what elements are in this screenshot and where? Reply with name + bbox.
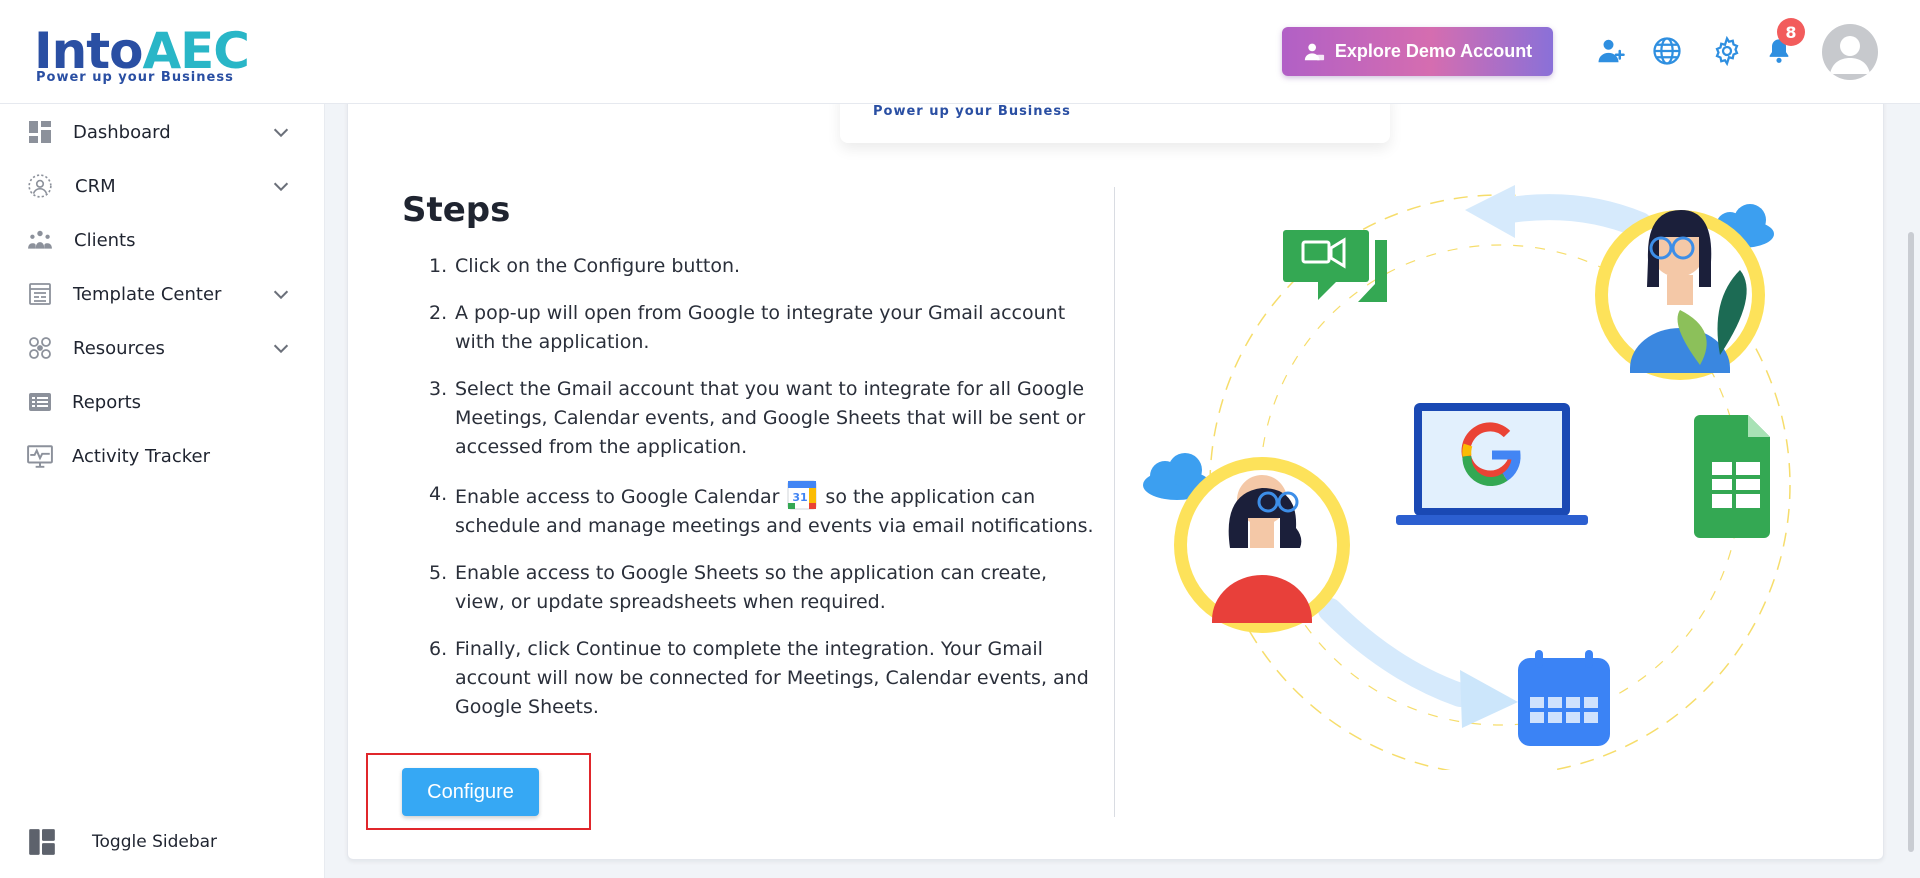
sidebar-item-activity-tracker[interactable]: Activity Tracker bbox=[0, 432, 325, 480]
step-item: 5. Enable access to Google Sheets so the … bbox=[415, 559, 1095, 617]
step-item: 4. Enable access to Google Calendar 31 so t… bbox=[415, 480, 1095, 541]
content-divider bbox=[1114, 187, 1115, 817]
crm-icon bbox=[26, 172, 54, 200]
step-item: 2. A pop-up will open from Google to inte… bbox=[415, 299, 1095, 357]
logo-tagline: Power up your Business bbox=[36, 70, 234, 85]
google-sheets-icon bbox=[1694, 415, 1770, 538]
sidebar-item-label: Clients bbox=[74, 229, 136, 251]
step-text: Enable access to Google Calendar bbox=[455, 486, 780, 508]
gear-icon[interactable] bbox=[1709, 33, 1745, 69]
template-icon bbox=[26, 280, 54, 308]
brand-logo[interactable]: IntoAEC Power up your Business bbox=[34, 12, 250, 88]
arrow-top bbox=[1497, 194, 1653, 238]
person-avatar-top bbox=[1595, 210, 1765, 380]
step-text: Select the Gmail account that you want t… bbox=[455, 378, 1086, 458]
notification-badge: 8 bbox=[1777, 18, 1805, 46]
sidebar: Dashboard CRM Clients Template Center Re… bbox=[0, 104, 325, 878]
explore-demo-account-button[interactable]: Explore Demo Account bbox=[1282, 27, 1553, 76]
step-number: 1. bbox=[429, 255, 448, 277]
chevron-down-icon bbox=[273, 182, 289, 192]
sidebar-item-label: Activity Tracker bbox=[72, 445, 210, 467]
sidebar-item-crm[interactable]: CRM bbox=[0, 162, 325, 210]
steps-list: 1. Click on the Configure button. 2. A pop… bbox=[415, 252, 1095, 740]
step-text: Finally, click Continue to complete the … bbox=[455, 638, 1089, 718]
step-item: 1. Click on the Configure button. bbox=[415, 252, 1095, 281]
step-number: 6. bbox=[429, 638, 448, 660]
clients-icon bbox=[26, 226, 54, 254]
chevron-down-icon bbox=[273, 290, 289, 300]
toggle-sidebar-icon bbox=[29, 829, 55, 855]
step-text: Enable access to Google Sheets so the ap… bbox=[455, 562, 1047, 613]
activity-icon bbox=[26, 442, 54, 470]
sidebar-item-label: Reports bbox=[72, 391, 142, 413]
step-number: 2. bbox=[429, 302, 448, 324]
chevron-down-icon bbox=[273, 128, 289, 138]
steps-heading: Steps bbox=[402, 190, 511, 230]
sidebar-item-reports[interactable]: Reports bbox=[0, 378, 325, 426]
sidebar-item-label: Template Center bbox=[73, 283, 222, 305]
reports-icon bbox=[26, 388, 54, 416]
globe-icon[interactable] bbox=[1649, 33, 1685, 69]
step-number: 3. bbox=[429, 378, 448, 400]
arrow-bottom-head bbox=[1460, 670, 1518, 728]
step-number: 5. bbox=[429, 562, 448, 584]
page-scrollbar[interactable] bbox=[1908, 232, 1914, 852]
step-text: Click on the Configure button. bbox=[455, 255, 741, 277]
step-item: 3. Select the Gmail account that you want… bbox=[415, 375, 1095, 462]
google-calendar-big-icon bbox=[1518, 650, 1610, 746]
arrow-bottom bbox=[1318, 598, 1472, 707]
sidebar-item-label: CRM bbox=[75, 175, 116, 197]
google-integration-illustration bbox=[1143, 185, 1791, 770]
demo-button-label: Explore Demo Account bbox=[1334, 41, 1533, 61]
toggle-sidebar-button[interactable]: Toggle Sidebar bbox=[0, 818, 325, 866]
sidebar-item-label: Resources bbox=[73, 337, 165, 359]
resources-icon bbox=[26, 334, 54, 362]
demo-user-icon bbox=[1304, 43, 1324, 60]
calendar-day: 31 bbox=[793, 491, 808, 504]
sidebar-item-clients[interactable]: Clients bbox=[0, 216, 325, 264]
top-header: IntoAEC Power up your Business Explore D… bbox=[0, 0, 1920, 104]
step-item: 6. Finally, click Continue to complete th… bbox=[415, 635, 1095, 722]
sidebar-item-template-center[interactable]: Template Center bbox=[0, 270, 325, 318]
google-calendar-icon: 31 bbox=[787, 480, 817, 510]
sidebar-item-resources[interactable]: Resources bbox=[0, 324, 325, 372]
user-avatar[interactable] bbox=[1822, 24, 1878, 80]
person-avatar-bottom bbox=[1174, 457, 1350, 633]
sidebar-item-label: Dashboard bbox=[73, 121, 171, 143]
toggle-sidebar-label: Toggle Sidebar bbox=[92, 832, 218, 852]
step-number: 4. bbox=[429, 483, 448, 505]
dashboard-icon bbox=[26, 118, 54, 146]
chevron-down-icon bbox=[273, 344, 289, 354]
arrow-top-head bbox=[1465, 185, 1515, 238]
configure-highlight-box bbox=[366, 753, 591, 830]
laptop-google-icon bbox=[1396, 403, 1588, 525]
step-text: A pop-up will open from Google to integr… bbox=[455, 302, 1066, 353]
add-user-icon[interactable] bbox=[1593, 33, 1629, 69]
logo-card-tagline: Power up your Business bbox=[873, 104, 1071, 119]
sidebar-item-dashboard[interactable]: Dashboard bbox=[0, 108, 325, 156]
video-chat-icon bbox=[1283, 230, 1387, 302]
